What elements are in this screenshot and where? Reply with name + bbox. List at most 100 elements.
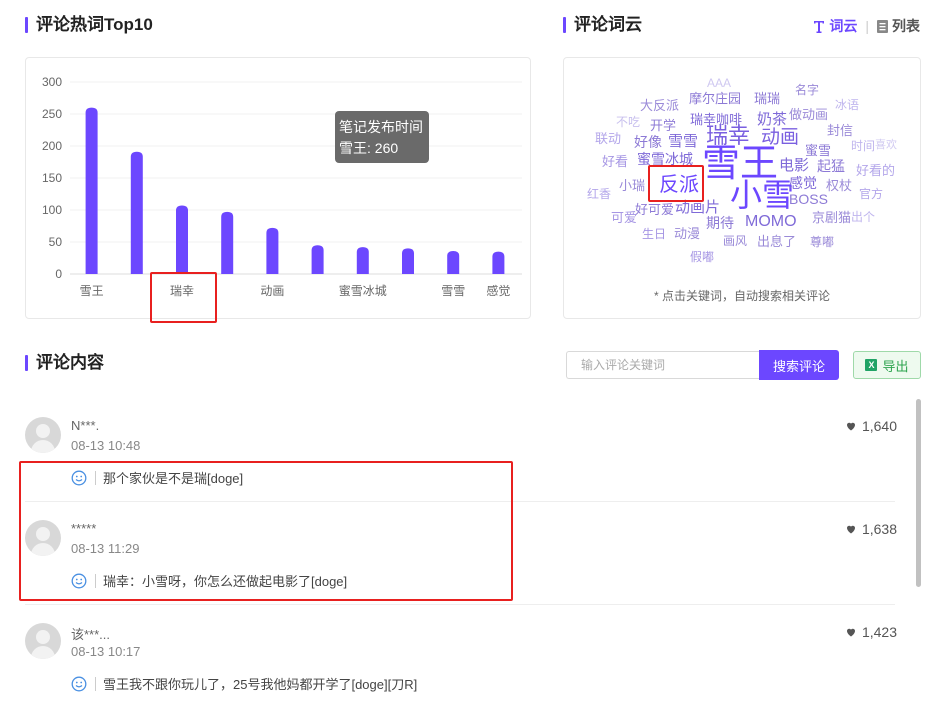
list-view-tab[interactable]: 列表	[877, 16, 920, 36]
cloud-word[interactable]: 起猛	[817, 159, 845, 173]
excel-icon: X	[865, 359, 878, 371]
cloud-word[interactable]: 冰语	[835, 99, 859, 111]
text-icon	[814, 20, 825, 33]
cloud-word[interactable]: AAA	[707, 77, 731, 89]
x-tick-label: 感觉	[486, 283, 510, 298]
comment-likes: 1,638	[845, 521, 897, 537]
cloud-word[interactable]: 尊嘟	[810, 236, 834, 248]
cloud-word[interactable]: 做动画	[789, 108, 828, 121]
cloud-word[interactable]: MOMO	[745, 214, 797, 230]
comment-username: 该***...	[71, 627, 111, 642]
avatar	[25, 417, 61, 453]
cloud-word[interactable]: 时间	[851, 140, 875, 152]
cloud-word[interactable]: 期待	[706, 216, 734, 230]
toggle-separator: |	[865, 18, 869, 34]
cloud-word[interactable]: 动画片	[675, 200, 720, 215]
hot-words-title: 评论热词Top10	[25, 15, 153, 35]
likes-count: 1,640	[861, 418, 897, 434]
cloud-word[interactable]: 假嘟	[690, 251, 714, 263]
cloud-word[interactable]: 大反派	[640, 99, 679, 112]
y-tick-label: 250	[42, 107, 62, 121]
x-tick-label: 雪雪	[441, 284, 465, 298]
avatar	[25, 623, 61, 659]
cloud-word[interactable]: 蜜雪冰城	[637, 152, 693, 166]
hot-words-chart: 0 50 100 150 200 250 300 雪王 瑞幸 动画 蜜雪冰城 雪雪 感觉 笔记发布时间 …	[25, 57, 531, 319]
cloud-word[interactable]: 奶茶	[757, 112, 787, 127]
likes-count: 1,638	[861, 521, 897, 537]
cloud-word[interactable]: 喜欢	[875, 140, 897, 151]
y-tick-label: 100	[42, 203, 62, 217]
highlight-box-fanpai	[648, 165, 704, 202]
bar-动画[interactable]	[266, 227, 279, 274]
cloud-word[interactable]: 生日	[642, 228, 666, 240]
comment-text: 雪王我不跟你玩儿了，25号我他妈都开学了[doge][刀R]	[103, 677, 418, 692]
cloud-word[interactable]: 不吃	[616, 116, 640, 128]
export-button[interactable]: X 导出	[853, 351, 921, 379]
cloud-word[interactable]: 名字	[795, 84, 819, 96]
word-cloud-title: 评论词云	[563, 15, 642, 35]
bar-瑞幸[interactable]	[176, 205, 188, 274]
cloud-word[interactable]: 好看的	[856, 164, 895, 177]
y-tick-label: 50	[49, 235, 63, 249]
word-cloud-hint: * 点击关键词，自动搜索相关评论	[653, 289, 830, 303]
bar-雪王[interactable]	[85, 107, 98, 274]
cloud-word[interactable]: 小雪	[730, 179, 794, 211]
bar-好看[interactable]	[402, 248, 414, 274]
cloud-view-tab[interactable]: 词云	[813, 16, 857, 36]
comment-likes: 1,640	[845, 418, 897, 434]
export-label: 导出	[882, 358, 909, 374]
scrollbar[interactable]	[916, 399, 921, 587]
y-tick-label: 150	[42, 171, 62, 185]
view-toggle: 词云 | 列表	[813, 16, 920, 36]
heart-icon	[846, 628, 855, 637]
x-tick-label: 动画	[260, 284, 284, 298]
comment-time: 08-13 10:48	[71, 438, 141, 453]
cloud-word[interactable]: 摩尔庄园	[689, 92, 741, 105]
cloud-word[interactable]: 联动	[595, 132, 621, 145]
y-tick-label: 0	[55, 267, 62, 281]
list-icon	[877, 19, 888, 33]
comment-likes: 1,423	[845, 624, 897, 640]
cloud-word[interactable]: 瑞瑞	[754, 92, 780, 105]
cloud-word[interactable]: 开学	[650, 119, 676, 132]
cloud-word[interactable]: 雪雪	[668, 134, 698, 149]
cloud-word[interactable]: 京剧猫	[812, 211, 851, 224]
cloud-view-label: 词云	[829, 18, 858, 34]
comment-time: 08-13 10:17	[71, 644, 141, 659]
bar-感觉[interactable]	[492, 251, 505, 274]
bar-反派[interactable]	[221, 211, 234, 274]
bar-chart: 050100150200250300雪王 瑞幸 动画 蜜雪冰城 雪雪 感觉	[42, 75, 522, 298]
cloud-word[interactable]: 好看	[602, 155, 628, 168]
heart-icon	[846, 422, 855, 431]
cloud-word[interactable]: 出息了	[757, 235, 796, 248]
cloud-word[interactable]: 好可爱	[635, 203, 674, 216]
comment-search-input[interactable]	[566, 351, 760, 379]
cloud-word[interactable]: 出个	[851, 211, 875, 223]
cloud-word[interactable]: 画风	[723, 235, 747, 247]
bar-雪雪[interactable]	[447, 250, 460, 274]
word-cloud: AAA 名字 摩尔庄园 瑞瑞 大反派 做动画 冰语 不吃 瑞幸咖啡 奶茶 开学 封信 联动 瑞幸 好像 雪雪动…	[563, 57, 921, 319]
comment-username: N***.	[71, 418, 100, 433]
cloud-word[interactable]: BOSS	[789, 192, 828, 206]
cloud-word[interactable]: 小瑞	[619, 179, 645, 192]
cloud-word[interactable]: 权杖	[826, 179, 852, 192]
bar-小雪[interactable]	[130, 151, 143, 274]
cloud-word[interactable]: 好像	[634, 135, 662, 149]
bar-蜜雪冰城[interactable]	[356, 247, 369, 274]
bar-蜜雪[interactable]	[311, 245, 324, 274]
cloud-word[interactable]: 官方	[859, 188, 883, 200]
cloud-word[interactable]: 可爱	[611, 211, 637, 224]
y-tick-label: 200	[42, 139, 62, 153]
cloud-word[interactable]: 红香	[587, 188, 611, 200]
cloud-word[interactable]: 蜜雪	[805, 144, 831, 157]
comment-body: 雪王我不跟你玩儿了，25号我他妈都开学了[doge][刀R]	[71, 674, 417, 693]
highlight-box-comments	[19, 461, 513, 601]
cloud-word[interactable]: 动漫	[674, 227, 700, 240]
cloud-word[interactable]: 封信	[827, 124, 853, 137]
cloud-word[interactable]: 感觉	[789, 176, 817, 190]
cloud-word[interactable]: 电影	[779, 158, 809, 173]
search-comments-button[interactable]: 搜索评论	[759, 350, 839, 380]
heart-icon	[846, 525, 855, 534]
comment-divider	[25, 604, 895, 605]
smile-icon[interactable]	[71, 676, 87, 692]
